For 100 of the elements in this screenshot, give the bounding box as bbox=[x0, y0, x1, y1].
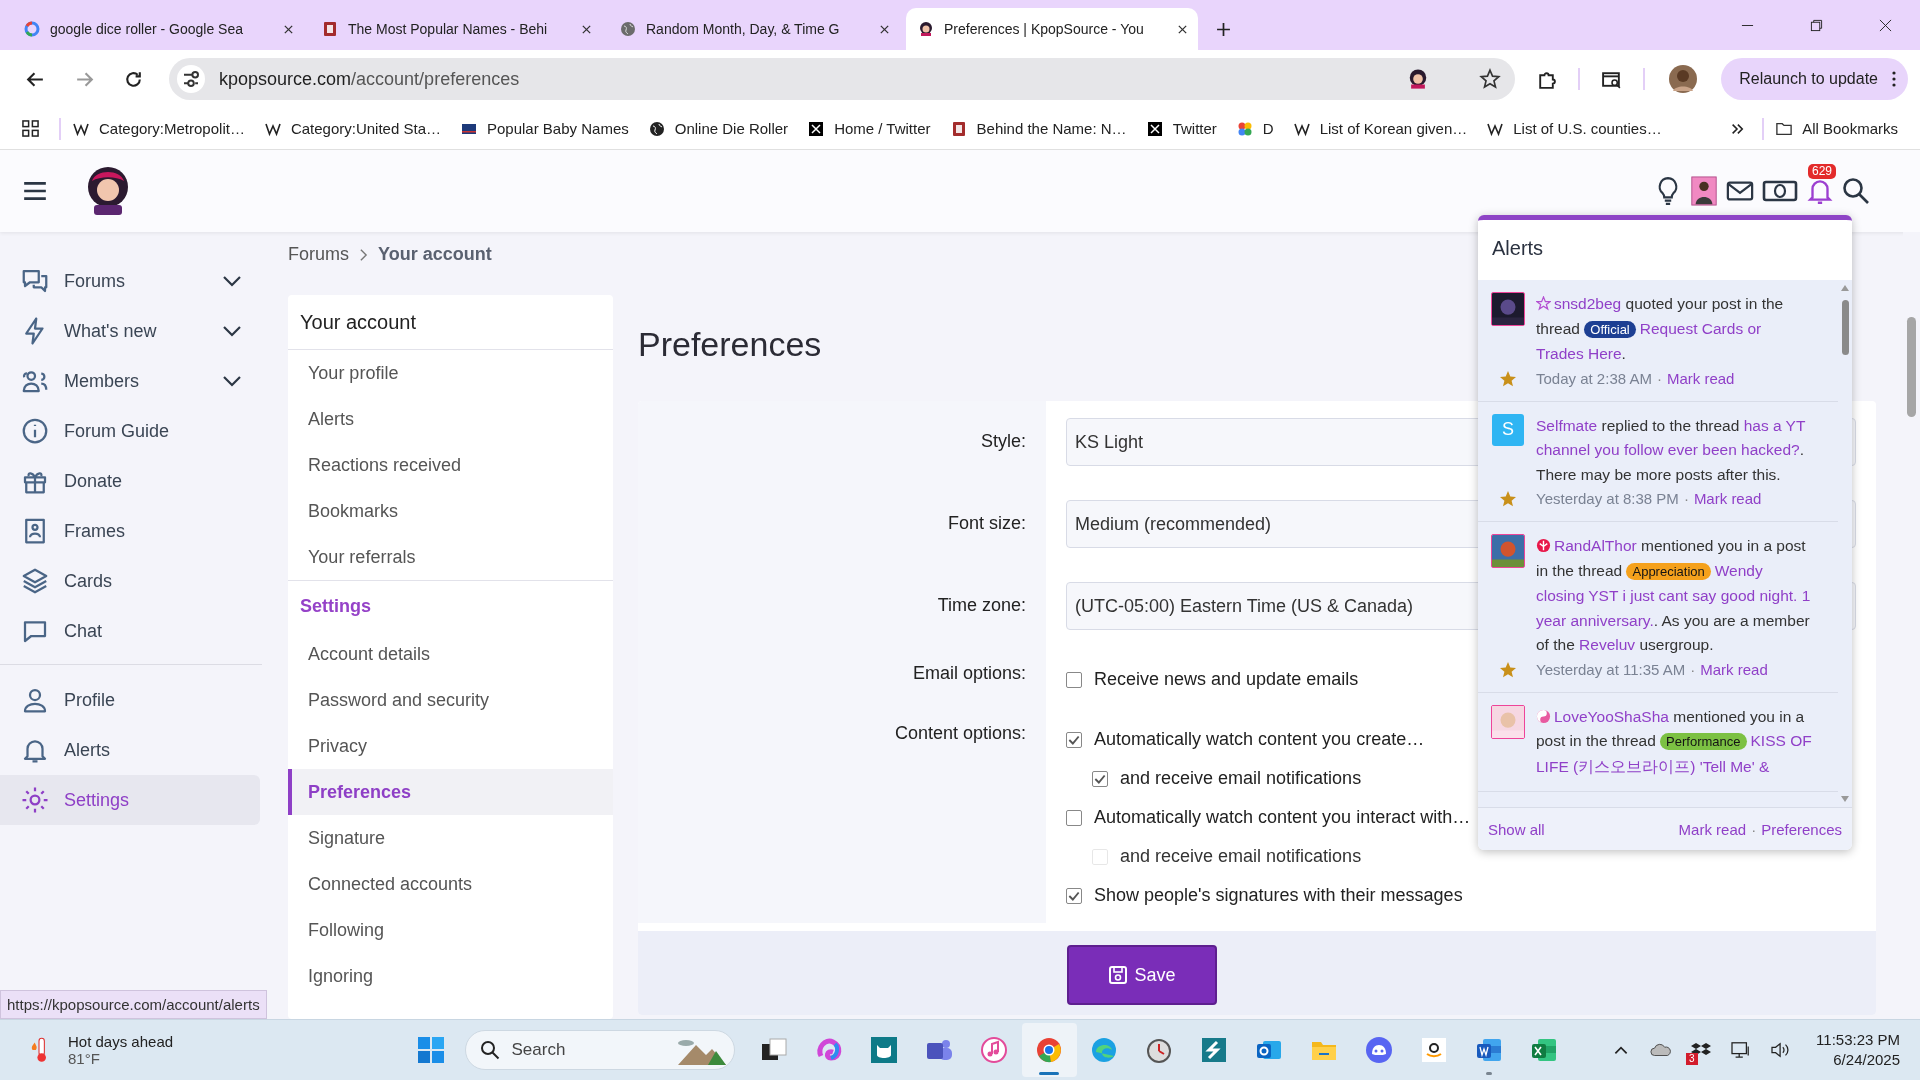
bookmark[interactable]: Behind the Name: N… bbox=[942, 120, 1135, 137]
menu-item[interactable]: Following bbox=[284, 907, 613, 953]
double-chevron-icon[interactable] bbox=[1730, 121, 1745, 136]
save-button[interactable]: Save bbox=[1067, 945, 1217, 1005]
alert-item[interactable]: S Selfmate replied to the thread has a YT channel you follow ever been hacked?. There may be more posts after this. Yesterday at 8:38 PM · Mark read bbox=[1478, 401, 1838, 522]
field-label: Font size: bbox=[947, 513, 1026, 533]
start-icon[interactable] bbox=[416, 1036, 445, 1064]
username-link[interactable]: snsd2beg bbox=[1554, 295, 1622, 312]
menu-item[interactable]: Alerts bbox=[284, 396, 613, 442]
menu-item[interactable]: Preferences bbox=[288, 769, 613, 815]
popup-title: Alerts bbox=[1491, 236, 1545, 261]
sidebar-item[interactable]: Profile bbox=[0, 675, 260, 725]
alert-item[interactable]: snsd2beg quoted your post in the thread Official Request Cards or Trades Here. Today at 2:38 AM · Mark read bbox=[1478, 280, 1838, 402]
bookmark[interactable]: Category:Metropolit… bbox=[65, 120, 253, 137]
bookmark[interactable]: Popular Baby Names bbox=[453, 120, 637, 137]
mark-read-link[interactable]: Mark read bbox=[1678, 820, 1747, 838]
checkbox[interactable] bbox=[1066, 887, 1082, 904]
weather-title[interactable]: Hot days ahead bbox=[68, 1033, 174, 1050]
menu-item[interactable]: Account details bbox=[284, 631, 613, 677]
bookmark[interactable]: Online Die Roller bbox=[640, 120, 797, 137]
browser-tab[interactable]: google dice roller - Google Sea bbox=[12, 8, 304, 50]
sidebar-item[interactable]: Alerts bbox=[0, 725, 260, 775]
preferences-link[interactable]: Preferences bbox=[1761, 820, 1842, 838]
bookmark[interactable]: Twitter bbox=[1138, 120, 1225, 137]
close-icon[interactable] bbox=[1879, 18, 1892, 32]
sidebar-item[interactable]: Chat bbox=[0, 606, 260, 656]
search-field[interactable]: Search bbox=[464, 1030, 735, 1070]
relaunch-button[interactable]: Relaunch to update bbox=[1721, 58, 1908, 100]
scroll-thumb[interactable] bbox=[1841, 300, 1849, 355]
chevron-down-icon[interactable] bbox=[222, 375, 242, 387]
sidebar-item[interactable]: Frames bbox=[0, 506, 260, 556]
temperature[interactable]: 81°F bbox=[68, 1050, 174, 1067]
sidebar-item[interactable]: Forums bbox=[0, 256, 260, 306]
folder-icon bbox=[1776, 120, 1793, 137]
username-link[interactable]: Selfmate bbox=[1536, 416, 1598, 434]
field-label: Email options: bbox=[912, 663, 1026, 683]
close-icon[interactable] bbox=[283, 23, 294, 35]
checkbox[interactable] bbox=[1066, 731, 1082, 748]
star-icon[interactable] bbox=[1498, 489, 1518, 509]
bookmark[interactable]: List of Korean given… bbox=[1285, 120, 1476, 137]
menu-item[interactable]: Your profile bbox=[284, 350, 613, 396]
bookmark[interactable]: D bbox=[1228, 120, 1282, 137]
alert-item[interactable]: LoveYooShaSha mentioned you in a post in the thread Performance KISS OF LIFE (키스오브라이프) 'Tell Me' & bbox=[1478, 692, 1838, 792]
floppy-icon bbox=[1108, 965, 1129, 985]
tune-icon[interactable] bbox=[177, 65, 205, 93]
bookmark[interactable]: Category:United Sta… bbox=[256, 120, 449, 137]
username-link[interactable]: LoveYooShaSha bbox=[1554, 707, 1669, 725]
new-tab-icon[interactable] bbox=[1216, 21, 1231, 37]
address-bar[interactable]: kpopsource.com/account/preferences bbox=[169, 58, 1516, 100]
chevron-down-icon[interactable] bbox=[222, 275, 242, 287]
breadcrumb-link[interactable]: Your account bbox=[378, 244, 492, 265]
prefix-tag: Appreciation bbox=[1626, 562, 1711, 580]
menu-item[interactable]: Privacy bbox=[284, 723, 613, 769]
bookmark[interactable]: List of U.S. counties… bbox=[1479, 120, 1670, 137]
sidebar-item[interactable]: Cards bbox=[0, 556, 260, 606]
scroll-thumb[interactable] bbox=[1907, 317, 1916, 417]
star-outline-icon bbox=[1536, 296, 1551, 311]
status-url: https://kpopsource.com/account/alerts bbox=[0, 990, 267, 1019]
apps-grid-icon[interactable] bbox=[22, 120, 39, 137]
show-all-link[interactable]: Show all bbox=[1488, 820, 1545, 838]
close-icon[interactable] bbox=[1177, 23, 1188, 35]
browser-tab[interactable]: Random Month, Day, & Time G bbox=[608, 8, 900, 50]
owl-icon bbox=[870, 1036, 899, 1064]
restore-icon[interactable] bbox=[1810, 18, 1823, 32]
menu-item[interactable]: Ignoring bbox=[284, 953, 613, 999]
sidebar-item[interactable]: Donate bbox=[0, 456, 260, 506]
clock[interactable]: 11:53:23 PM 6/24/2025 bbox=[1816, 1030, 1900, 1070]
cloud-icon[interactable] bbox=[1650, 1041, 1673, 1059]
checkbox[interactable] bbox=[1092, 770, 1108, 787]
layers-icon bbox=[20, 566, 50, 596]
prefix-tag: Performance bbox=[1660, 733, 1747, 750]
menu-item[interactable]: Bookmarks bbox=[284, 488, 613, 534]
browser-tab[interactable]: The Most Popular Names - Behi bbox=[310, 8, 602, 50]
chevron-down-icon[interactable] bbox=[222, 325, 242, 337]
sidebar-item[interactable]: Settings bbox=[0, 775, 260, 825]
sidebar-item[interactable]: What's new bbox=[0, 306, 260, 356]
mark-read-link[interactable]: Mark read bbox=[1700, 660, 1768, 678]
all-bookmarks-button[interactable]: All Bookmarks bbox=[1768, 120, 1906, 137]
menu-item[interactable]: Connected accounts bbox=[284, 861, 613, 907]
sidebar-item[interactable]: Forum Guide bbox=[0, 406, 260, 456]
browser-tab[interactable]: Preferences | KpopSource - You bbox=[906, 8, 1198, 50]
prefix-tag: Official bbox=[1584, 320, 1636, 338]
s-logo-icon bbox=[1200, 1036, 1229, 1064]
close-icon[interactable] bbox=[581, 23, 592, 35]
sidebar-item[interactable]: Members bbox=[0, 356, 260, 406]
mark-read-link[interactable]: Mark read bbox=[1666, 369, 1735, 387]
menu-item[interactable]: Your referrals bbox=[284, 534, 613, 580]
close-icon[interactable] bbox=[879, 23, 890, 35]
search-icon[interactable] bbox=[1842, 176, 1870, 206]
star-icon[interactable] bbox=[1479, 68, 1502, 90]
globe-icon bbox=[648, 120, 665, 137]
breadcrumb-link[interactable]: Forums bbox=[288, 244, 349, 265]
bookmark[interactable]: Home / Twitter bbox=[800, 120, 939, 137]
x-icon bbox=[1146, 120, 1163, 137]
alert-time: Yesterday at 11:35 AM bbox=[1536, 660, 1686, 678]
menu-item[interactable]: Signature bbox=[284, 815, 613, 861]
checkbox[interactable] bbox=[1066, 809, 1082, 826]
menu-item[interactable]: Reactions received bbox=[284, 442, 613, 488]
menu-item[interactable]: Password and security bbox=[284, 677, 613, 723]
checkbox[interactable] bbox=[1066, 671, 1082, 688]
